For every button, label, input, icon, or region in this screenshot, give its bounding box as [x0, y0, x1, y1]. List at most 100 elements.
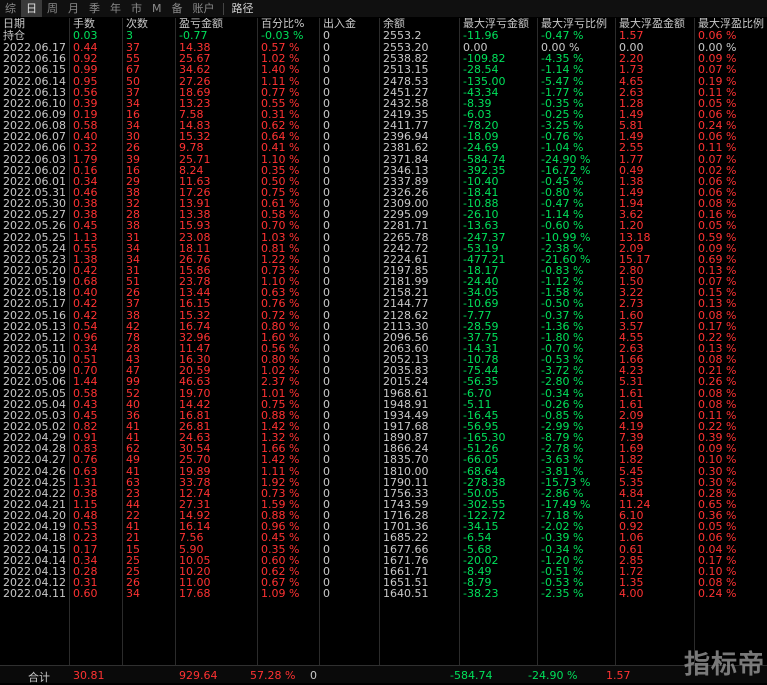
table-cell: 3.57 [619, 320, 644, 332]
table-row[interactable]: 2022.04.18 0.23 21 7.56 0.45 % 0 1685.22 -6.54 -… [0, 532, 767, 543]
period-tab[interactable]: 账户 [188, 0, 220, 17]
table-row[interactable]: 2022.04.14 0.34 25 10.05 0.60 % 0 1671.76 -20.0… [0, 555, 767, 566]
table-row[interactable]: 2022.06.14 0.95 50 27.26 1.11 % 0 2478.53 -135.… [0, 76, 767, 87]
table-row[interactable]: 2022.06.07 0.40 30 15.32 0.64 % 0 2396.94 -18.0… [0, 131, 767, 142]
table-row[interactable]: 2022.04.27 0.76 49 25.70 1.42 % 0 1835.70 -66.0… [0, 454, 767, 465]
table-row[interactable]: 2022.06.15 0.99 67 34.62 1.40 % 0 2513.15 -28.5… [0, 64, 767, 75]
period-tab[interactable]: 月 [63, 0, 84, 17]
table-row[interactable]: 2022.05.13 0.54 42 16.74 0.80 % 0 2113.30 -28.5… [0, 321, 767, 332]
column-header[interactable]: 最大浮盈金额 [616, 18, 695, 29]
table-cell: 0.67 % [261, 576, 300, 589]
table-row[interactable]: 2022.06.13 0.56 37 18.69 0.77 % 0 2451.27 -43.3… [0, 87, 767, 98]
table-row[interactable]: 2022.05.10 0.51 43 16.30 0.80 % 0 2052.13 -10.7… [0, 354, 767, 365]
table-row[interactable]: 2022.04.13 0.28 25 10.20 0.62 % 0 1661.71 -8.49… [0, 566, 767, 577]
table-row[interactable]: 2022.06.10 0.39 34 13.23 0.55 % 0 2432.58 -8.39… [0, 98, 767, 109]
table-row[interactable]: 2022.04.26 0.63 41 19.89 1.11 % 0 1810.00 -68.6… [0, 465, 767, 476]
table-row[interactable]: 2022.06.02 0.16 16 8.24 0.35 % 0 2346.13 -392.3… [0, 165, 767, 176]
table-cell: 2224.61 [383, 253, 429, 265]
table-row[interactable]: 2022.05.11 0.34 28 11.47 0.56 % 0 2063.60 -14.3… [0, 343, 767, 354]
table-cell: 0.95 [73, 75, 98, 87]
table-row[interactable]: 2022.05.12 0.96 78 32.96 1.60 % 0 2096.56 -37.7… [0, 332, 767, 343]
table-row[interactable]: 2022.04.21 1.15 44 27.31 1.59 % 0 1743.59 -302.… [0, 499, 767, 510]
table-row[interactable]: 2022.04.11 0.60 34 17.68 1.09 % 0 1640.51 -38.2… [0, 588, 767, 599]
column-header[interactable]: 次数 [123, 18, 176, 29]
table-row[interactable]: 2022.04.15 0.17 15 5.90 0.35 % 0 1677.66 -5.68 -… [0, 543, 767, 554]
period-tab[interactable]: 备 [167, 0, 188, 17]
table-cell: 0.55 [73, 242, 98, 254]
table-cell: 1.49 [619, 186, 644, 199]
table-cell: 2022.06.10 [3, 97, 66, 109]
table-row[interactable]: 2022.04.22 0.38 23 12.74 0.73 % 0 1756.33 -50.0… [0, 488, 767, 499]
table-row[interactable]: 2022.05.02 0.82 41 26.81 1.42 % 0 1917.68 -56.9… [0, 421, 767, 432]
table-cell: 2022.04.13 [3, 565, 66, 577]
table-cell: 0.16 [73, 164, 98, 176]
table-cell: 0 [323, 97, 330, 109]
table-row[interactable]: 2022.04.20 0.48 22 14.92 0.88 % 0 1716.28 -122.… [0, 510, 767, 521]
period-tab[interactable]: 周 [42, 0, 63, 17]
table-row[interactable]: 2022.06.17 0.44 37 14.38 0.57 % 0 2553.20 0.00 0… [0, 42, 767, 53]
table-row[interactable]: 2022.05.03 0.45 36 16.81 0.88 % 0 1934.49 -16.4… [0, 410, 767, 421]
table-row[interactable]: 2022.05.05 0.58 52 19.70 1.01 % 0 1968.61 -6.70… [0, 388, 767, 399]
period-tab[interactable]: 日 [21, 0, 42, 17]
table-cell: 0.62 % [261, 120, 300, 132]
table-row[interactable]: 2022.05.23 1.38 34 26.76 1.22 % 0 2224.61 -477.… [0, 254, 767, 265]
path-button[interactable]: 路径 [227, 0, 259, 17]
table-row[interactable]: 2022.05.25 1.13 31 23.08 1.03 % 0 2265.78 -247.… [0, 232, 767, 243]
table-cell: 0.35 % [261, 164, 300, 176]
table-row[interactable]: 2022.06.06 0.32 26 9.78 0.41 % 0 2381.62 -24.69… [0, 142, 767, 153]
table-cell: 1790.11 [383, 476, 429, 488]
table-cell: 2181.99 [383, 276, 429, 288]
table-cell: 2035.83 [383, 365, 429, 377]
table-row[interactable]: 2022.06.03 1.79 39 25.71 1.10 % 0 2371.84 -584.… [0, 154, 767, 165]
period-tab[interactable]: 季 [84, 0, 105, 17]
table-row[interactable]: 2022.05.18 0.40 26 13.44 0.63 % 0 2158.21 -34.0… [0, 287, 767, 298]
table-cell: 0.39 [73, 97, 98, 109]
column-header[interactable]: 百分比% [258, 18, 320, 29]
column-header[interactable]: 最大浮亏金额 [460, 18, 538, 29]
period-tab[interactable]: M [147, 0, 167, 17]
table-cell: 0 [323, 231, 330, 243]
table-row[interactable]: 2022.05.30 0.38 32 13.91 0.61 % 0 2309.00 -10.8… [0, 198, 767, 209]
column-header[interactable]: 最大浮盈比例 [695, 18, 767, 29]
table-row[interactable]: 2022.06.16 0.92 55 25.67 1.02 % 0 2538.82 -109.… [0, 53, 767, 64]
column-header[interactable]: 日期 [0, 18, 70, 29]
table-row[interactable]: 2022.05.04 0.43 40 14.42 0.75 % 0 1948.91 -5.11… [0, 399, 767, 410]
period-tab[interactable]: 市 [126, 0, 147, 17]
table-row[interactable]: 2022.05.09 0.70 47 20.59 1.02 % 0 2035.83 -75.4… [0, 365, 767, 376]
table-row[interactable]: 2022.05.17 0.42 37 16.15 0.76 % 0 2144.77 -10.6… [0, 298, 767, 309]
table-cell: -4.35 % [541, 53, 584, 65]
period-tab[interactable]: 综 [0, 0, 21, 17]
table-cell: 2.63 [619, 342, 644, 355]
column-header[interactable]: 手数 [70, 18, 123, 29]
table-row[interactable]: 2022.05.16 0.42 38 15.32 0.72 % 0 2128.62 -7.77… [0, 310, 767, 321]
table-row[interactable]: 2022.04.28 0.83 62 30.54 1.66 % 0 1866.24 -51.2… [0, 443, 767, 454]
table-row[interactable]: 2022.06.09 0.19 16 7.58 0.31 % 0 2419.35 -6.03 -… [0, 109, 767, 120]
column-header[interactable]: 余额 [380, 18, 460, 29]
column-header[interactable]: 出入金 [320, 18, 380, 29]
table-cell: 2432.58 [383, 97, 429, 109]
column-header[interactable]: 最大浮亏比例 [538, 18, 616, 29]
table-row[interactable]: 2022.04.12 0.31 26 11.00 0.67 % 0 1651.51 -8.79… [0, 577, 767, 588]
table-cell: 15.32 [179, 131, 211, 143]
holding-row[interactable]: 持仓 0.03 3 -0.77 -0.03 % 0 2553.2 -11.96 -0.47 % 1… [0, 29, 767, 42]
table-row[interactable]: 2022.05.26 0.45 38 15.93 0.70 % 0 2281.71 -13.6… [0, 220, 767, 231]
table-row[interactable]: 2022.04.19 0.53 41 16.14 0.96 % 0 1701.36 -34.1… [0, 521, 767, 532]
table-row[interactable]: 2022.05.20 0.42 31 15.86 0.73 % 0 2197.85 -18.1… [0, 265, 767, 276]
totals-lots: 30.81 [73, 669, 105, 682]
table-cell: 2052.13 [383, 354, 429, 366]
table-row[interactable]: 2022.05.27 0.38 28 13.38 0.58 % 0 2295.09 -26.1… [0, 209, 767, 220]
table-row[interactable]: 2022.05.06 1.44 99 46.63 2.37 % 0 2015.24 -56.3… [0, 376, 767, 387]
period-tab[interactable]: 年 [105, 0, 126, 17]
table-row[interactable]: 2022.04.29 0.91 41 24.63 1.32 % 0 1890.87 -165.… [0, 432, 767, 443]
table-cell: 0.42 [73, 298, 98, 310]
column-header[interactable]: 盈亏金额 [176, 18, 258, 29]
table-cell: 4.19 [619, 420, 644, 433]
table-row[interactable]: 2022.06.08 0.58 34 14.83 0.62 % 0 2411.77 -78.2… [0, 120, 767, 131]
table-cell: 0.16 % [698, 209, 737, 221]
table-row[interactable]: 2022.05.24 0.55 34 18.11 0.81 % 0 2242.72 -53.1… [0, 243, 767, 254]
table-row[interactable]: 2022.04.25 1.31 63 33.78 1.92 % 0 1790.11 -278.… [0, 477, 767, 488]
table-row[interactable]: 2022.06.01 0.34 29 11.63 0.50 % 0 2337.89 -10.4… [0, 176, 767, 187]
table-row[interactable]: 2022.05.19 0.68 51 23.78 1.10 % 0 2181.99 -24.4… [0, 276, 767, 287]
table-row[interactable]: 2022.05.31 0.46 38 17.26 0.75 % 0 2326.26 -18.4… [0, 187, 767, 198]
table-cell: -26.10 [463, 209, 499, 221]
